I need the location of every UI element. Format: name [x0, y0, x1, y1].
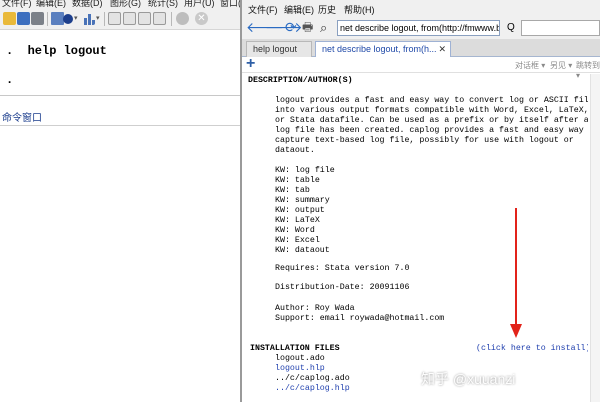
red-arrow-head: [510, 324, 522, 338]
keyword-line: KW: log file: [275, 166, 335, 175]
toolbar-separator: [104, 12, 105, 26]
new-tab-plus-icon[interactable]: +: [246, 55, 255, 73]
viewer-eye-icon[interactable]: [63, 14, 73, 24]
viewer-content: DESCRIPTION/AUTHOR(S) logout provides a …: [248, 74, 588, 402]
command-window-title: 命令窗口: [0, 112, 240, 126]
chevron-down-icon[interactable]: ▾: [96, 14, 100, 22]
description-line: dataout.: [275, 146, 315, 155]
refresh-icon[interactable]: ⟳: [285, 20, 297, 35]
stata-main-window: 文件(F) 编辑(E) 数据(D) 图形(G) 统计(S) 用户(U) 窗口(W…: [0, 0, 240, 402]
viewer-window: 文件(F) 编辑(E) 历史 帮助(H) 🡐 🡒 ⟳ 🖶 ⌕ net descr…: [240, 0, 600, 402]
also-see-dropdown[interactable]: 另见 ▾: [550, 60, 572, 71]
menu-file[interactable]: 文件(F): [2, 0, 32, 8]
tab-label: help logout: [253, 44, 298, 54]
watermark: 知乎 @xuuanzi: [421, 371, 516, 387]
author-line: Author: Roy Wada: [275, 304, 355, 313]
keyword-line: KW: table: [275, 176, 320, 185]
viewer-navbar: 🡐 🡒 ⟳ 🖶 ⌕ net describe logout, from(http…: [242, 17, 600, 39]
file-link[interactable]: logout.hlp: [275, 364, 325, 374]
red-arrow-annotation: [515, 208, 517, 326]
keyword-line: KW: output: [275, 206, 325, 215]
viewer-tabs: help logout net describe logout, from(h.…: [242, 39, 600, 57]
print-icon[interactable]: 🖶: [302, 20, 313, 35]
description-line: into various output formats compatible w…: [275, 106, 588, 115]
file-link[interactable]: logout.ado: [275, 354, 325, 364]
results-line: . help logout: [6, 44, 107, 58]
description-line: capture text-based log file, possibly fo…: [275, 136, 574, 145]
menu-window[interactable]: 窗口(W): [220, 0, 240, 8]
viewer-menu-history[interactable]: 历史: [318, 3, 336, 16]
find-input[interactable]: [521, 20, 600, 36]
file-link[interactable]: ../c/caplog.ado: [275, 374, 350, 384]
search-icon[interactable]: ⌕: [320, 20, 327, 35]
find-icon[interactable]: Q: [507, 20, 521, 36]
requires-line: Requires: Stata version 7.0: [275, 264, 410, 273]
keyword-line: KW: LaTeX: [275, 216, 320, 225]
graph-icon[interactable]: [82, 12, 95, 25]
menu-statistics[interactable]: 统计(S): [148, 0, 178, 8]
menu-edit[interactable]: 编辑(E): [36, 0, 66, 8]
print-icon[interactable]: [31, 12, 44, 25]
viewer-menubar: 文件(F) 编辑(E) 历史 帮助(H): [242, 0, 600, 17]
viewer-menu-file[interactable]: 文件(F): [248, 3, 278, 16]
menu-data[interactable]: 数据(D): [72, 0, 103, 8]
distribution-date-line: Distribution-Date: 20091106: [275, 283, 410, 292]
keyword-line: KW: summary: [275, 196, 330, 205]
data-browser-icon[interactable]: [138, 12, 151, 25]
description-line: logout provides a fast and easy way to c…: [275, 96, 588, 105]
save-icon[interactable]: [17, 12, 30, 25]
tab-help-logout[interactable]: help logout: [246, 41, 312, 57]
open-icon[interactable]: [3, 12, 16, 25]
variables-manager-icon[interactable]: [153, 12, 166, 25]
close-icon[interactable]: ✕: [438, 42, 446, 56]
more-icon[interactable]: [176, 12, 189, 25]
viewer-secondary-toolbar: + 对话框 ▾ 另见 ▾ 跳转到 ▾: [242, 55, 600, 80]
keyword-line: KW: Word: [275, 226, 315, 235]
do-file-editor-icon[interactable]: [108, 12, 121, 25]
section-heading: DESCRIPTION/AUTHOR(S): [248, 76, 353, 85]
dialog-dropdown[interactable]: 对话框 ▾: [515, 60, 545, 71]
keyword-line: KW: tab: [275, 186, 310, 195]
chevron-down-icon[interactable]: ▾: [74, 14, 78, 22]
keyword-line: KW: Excel: [275, 236, 320, 245]
break-icon[interactable]: ✕: [195, 12, 208, 25]
toolbar-separator: [47, 12, 48, 26]
viewer-menu-edit[interactable]: 编辑(E): [284, 3, 314, 16]
tab-net-describe[interactable]: net describe logout, from(h... ✕: [315, 41, 451, 57]
data-editor-icon[interactable]: [123, 12, 136, 25]
vertical-scrollbar[interactable]: [590, 74, 600, 402]
support-line: Support: email roywada@hotmail.com: [275, 314, 445, 323]
results-window: . help logout .: [0, 31, 240, 96]
installation-heading: INSTALLATION FILES: [250, 344, 340, 353]
description-line: log file has been created. caplog provid…: [275, 126, 588, 135]
install-link[interactable]: (click here to install): [476, 344, 588, 354]
command-input[interactable]: [0, 127, 240, 402]
description-line: or Stata datafile. Can be used as a pref…: [275, 116, 588, 125]
menu-graphics[interactable]: 图形(G): [110, 0, 141, 8]
viewer-address-input[interactable]: net describe logout, from(http://fmwww.b…: [337, 20, 500, 36]
stata-menubar: 文件(F) 编辑(E) 数据(D) 图形(G) 统计(S) 用户(U) 窗口(W…: [0, 0, 240, 8]
stata-toolbar: ▾ ▾ ✕: [0, 8, 240, 30]
results-line: .: [6, 73, 14, 87]
tab-label: net describe logout, from(h...: [322, 44, 437, 54]
keyword-line: KW: dataout: [275, 246, 330, 255]
toolbar-separator: [171, 12, 172, 26]
file-link[interactable]: ../c/caplog.hlp: [275, 384, 350, 394]
menu-user[interactable]: 用户(U): [184, 0, 215, 8]
viewer-menu-help[interactable]: 帮助(H): [344, 3, 375, 16]
